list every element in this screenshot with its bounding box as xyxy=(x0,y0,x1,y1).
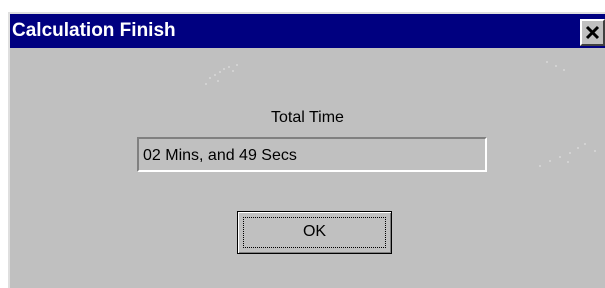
total-time-field: 02 Mins, and 49 Secs xyxy=(137,137,487,172)
ok-button-label: OK xyxy=(302,223,327,240)
total-time-label: Total Time xyxy=(271,109,344,126)
window-title: Calculation Finish xyxy=(12,20,176,41)
calculation-finish-dialog: Calculation Finish Total Time 02 Mins, a… xyxy=(8,12,605,288)
total-time-value: 02 Mins, and 49 Secs xyxy=(143,147,297,164)
title-bar[interactable]: Calculation Finish xyxy=(10,14,605,48)
ok-button[interactable]: OK xyxy=(237,211,392,254)
close-button[interactable] xyxy=(580,19,605,46)
close-icon xyxy=(585,25,600,40)
